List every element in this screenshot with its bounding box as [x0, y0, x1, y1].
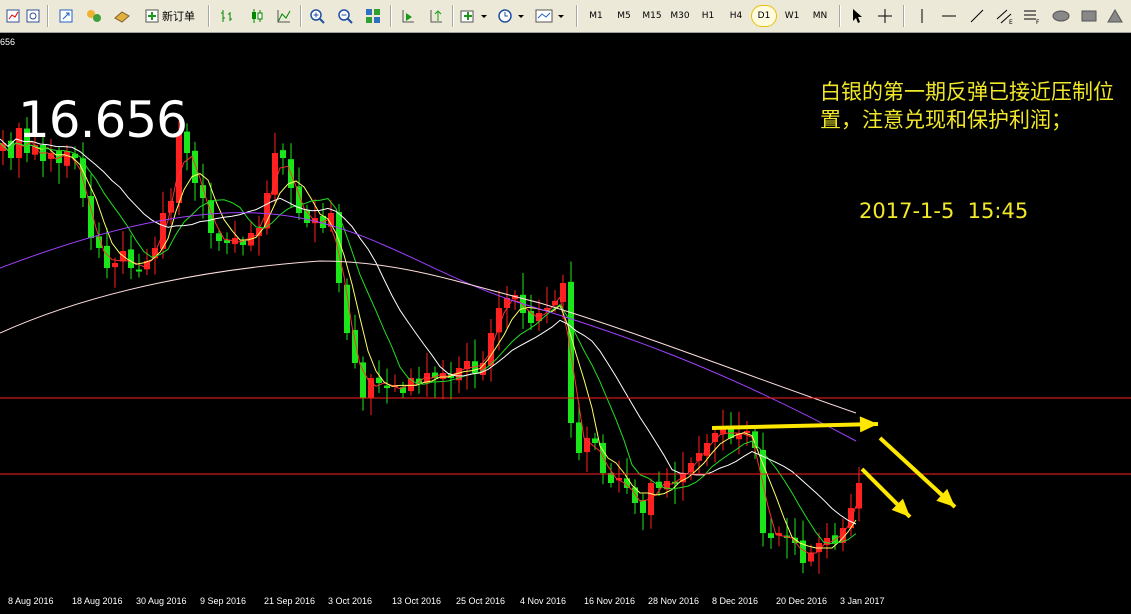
- chart-shift-icon[interactable]: [425, 5, 447, 27]
- indicators-icon[interactable]: [459, 5, 491, 27]
- crosshair-icon[interactable]: [874, 5, 896, 27]
- price-scale-label: 656: [0, 37, 16, 47]
- x-axis-label: 28 Nov 2016: [648, 596, 700, 606]
- candle-body: [688, 463, 694, 473]
- timeframe-m15-button[interactable]: M15: [639, 5, 665, 27]
- x-axis-label: 8 Aug 2016: [8, 596, 54, 606]
- candle-body: [280, 150, 286, 158]
- new-order-icon: [145, 9, 159, 23]
- flat-arrow: [711, 422, 879, 430]
- timeframe-m30-button[interactable]: M30: [667, 5, 693, 27]
- vertical-line-icon[interactable]: [911, 5, 933, 27]
- timeframe-m5-button[interactable]: M5: [611, 5, 637, 27]
- candle-body: [136, 269, 142, 272]
- zoom-window-icon[interactable]: [55, 5, 77, 27]
- candle-body: [768, 533, 774, 538]
- candle-body: [592, 438, 598, 443]
- autoscroll-icon[interactable]: [397, 5, 419, 27]
- timeframe-m1-button[interactable]: M1: [583, 5, 609, 27]
- x-axis-label: 8 Dec 2016: [712, 596, 759, 606]
- bar-chart-icon[interactable]: [216, 5, 238, 27]
- timeframe-h4-button[interactable]: H4: [723, 5, 749, 27]
- svg-text:F: F: [1036, 19, 1040, 24]
- moving-average-line: [0, 142, 857, 545]
- timeframe-d1-button[interactable]: D1: [751, 5, 777, 27]
- candle-body: [192, 150, 198, 183]
- horizontal-line-icon[interactable]: [938, 5, 960, 27]
- line-chart-icon[interactable]: [273, 5, 295, 27]
- timeframe-h1-button[interactable]: H1: [695, 5, 721, 27]
- chart-area[interactable]: 656 16.656 白银的第一期反弹已接近压制位置，注意兑现和保护利润； 20…: [0, 33, 1131, 614]
- tile-windows-icon[interactable]: [362, 5, 384, 27]
- x-axis-label: 20 Dec 2016: [776, 596, 828, 606]
- zoom-out-icon[interactable]: [334, 5, 356, 27]
- fibonacci-icon[interactable]: F: [1021, 5, 1043, 27]
- moving-average-line: [0, 138, 857, 525]
- new-chart-icon[interactable]: [2, 5, 24, 27]
- timeframe-w1-button[interactable]: W1: [779, 5, 805, 27]
- periods-icon[interactable]: [496, 5, 528, 27]
- candle-body: [264, 193, 270, 229]
- svg-text:E: E: [1009, 19, 1013, 24]
- candle-body: [856, 483, 862, 509]
- x-axis-label: 3 Oct 2016: [328, 596, 373, 606]
- x-axis-label: 4 Nov 2016: [520, 596, 567, 606]
- x-axis-label: 30 Aug 2016: [136, 596, 187, 606]
- new-order-label: 新订单: [162, 11, 195, 23]
- candle-body: [384, 385, 390, 388]
- timeframe-mn-button[interactable]: MN: [807, 5, 833, 27]
- candle-body: [560, 283, 566, 302]
- candle-body: [808, 553, 814, 562]
- rectangle-icon[interactable]: [1078, 5, 1100, 27]
- zoom-in-icon[interactable]: [306, 5, 328, 27]
- market-watch-icon[interactable]: [83, 5, 105, 27]
- x-axis-label: 16 Nov 2016: [584, 596, 636, 606]
- x-axis-label: 25 Oct 2016: [456, 596, 506, 606]
- ellipse-icon[interactable]: [1050, 5, 1072, 27]
- trendline-icon[interactable]: [966, 5, 988, 27]
- profiles-icon[interactable]: [22, 5, 44, 27]
- toolbar: 新订单 M1 M5 M15 M30 H1 H4 D1 W1 MN E F: [0, 0, 1131, 33]
- candle-body: [640, 500, 646, 513]
- equidistant-channel-icon[interactable]: E: [994, 5, 1016, 27]
- x-axis-label: 3 Jan 2017: [840, 596, 885, 606]
- cursor-icon[interactable]: [846, 5, 868, 27]
- flat-arrow-head: [859, 416, 878, 433]
- candle-body: [360, 362, 366, 398]
- new-order-button[interactable]: 新订单: [140, 5, 200, 27]
- triangle-icon[interactable]: [1104, 5, 1126, 27]
- navigator-icon[interactable]: [111, 5, 133, 27]
- candle-body: [576, 422, 582, 453]
- candle-body: [64, 151, 70, 166]
- moving-average-line: [0, 212, 857, 442]
- analysis-note: 白银的第一期反弹已接近压制位置，注意兑现和保护利润；: [820, 80, 1114, 132]
- note-timestamp: 2017-1-5 15:45: [859, 199, 1029, 223]
- x-axis-label: 18 Aug 2016: [72, 596, 123, 606]
- moving-average-line: [0, 260, 857, 414]
- current-price: 16.656: [18, 91, 188, 149]
- x-axis-label: 21 Sep 2016: [264, 596, 316, 606]
- templates-icon[interactable]: [534, 5, 568, 27]
- candle-body: [128, 249, 134, 268]
- x-axis-label: 13 Oct 2016: [392, 596, 442, 606]
- candle-body: [352, 330, 358, 363]
- moving-average-line: [0, 142, 857, 549]
- moving-average-line: [0, 141, 857, 554]
- x-axis-label: 9 Sep 2016: [200, 596, 247, 606]
- candle-body: [112, 263, 118, 268]
- candlestick-icon[interactable]: [246, 5, 268, 27]
